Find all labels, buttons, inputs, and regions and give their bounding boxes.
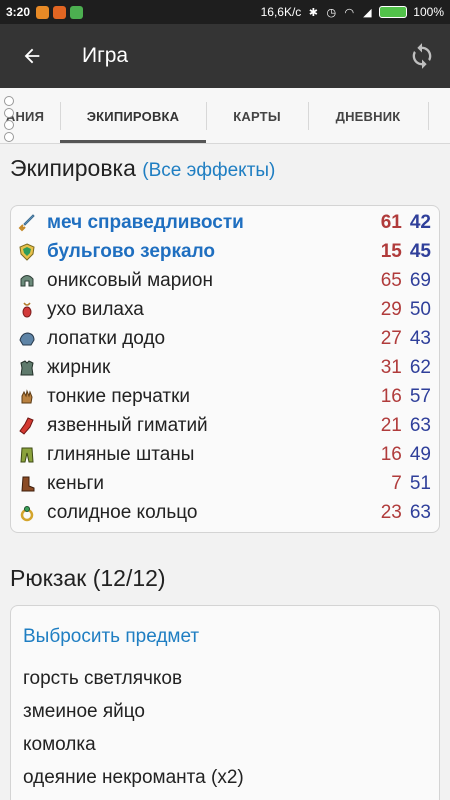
status-right: 16,6K/c ✱ ◷ ◠ ◢ 100% — [261, 5, 444, 19]
battery-icon — [379, 6, 408, 18]
ring-icon — [17, 503, 37, 523]
back-button[interactable] — [0, 24, 64, 88]
backpack-card: Выбросить предмет горсть светлячков змеи… — [10, 605, 440, 800]
refresh-icon — [412, 43, 432, 69]
equipment-row[interactable]: меч справедливости 61 42 — [11, 208, 439, 237]
tab-maps[interactable]: КАРТЫ — [206, 88, 308, 143]
bluetooth-icon: ✱ — [308, 6, 318, 19]
all-effects-link[interactable]: (Все эффекты) — [142, 160, 275, 181]
backpack-item[interactable]: комолка — [23, 728, 439, 761]
page-title: Игра — [82, 44, 129, 67]
backpack-item[interactable]: горсть светлячков — [23, 662, 439, 695]
drop-item-link[interactable]: Выбросить предмет — [23, 626, 439, 652]
tab-diary[interactable]: ДНЕВНИК — [308, 88, 428, 143]
boots-icon — [17, 474, 37, 494]
sword-icon — [17, 213, 37, 233]
amulet-icon — [17, 300, 37, 320]
equipment-row[interactable]: язвенный гиматий 21 63 — [11, 411, 439, 440]
equipment-row[interactable]: лопатки додо 27 43 — [11, 324, 439, 353]
equipment-row[interactable]: жирник 31 62 — [11, 353, 439, 382]
equipment-row[interactable]: тонкие перчатки 16 57 — [11, 382, 439, 411]
page-dot — [4, 108, 14, 118]
gloves-icon — [17, 387, 37, 407]
equipment-row[interactable]: солидное кольцо 23 63 — [11, 498, 439, 527]
app-bar: Игра — [0, 24, 450, 88]
page-dot — [4, 96, 14, 106]
pants-icon — [17, 445, 37, 465]
tab-equipment[interactable]: ЭКИПИРОВКА — [60, 88, 206, 143]
refresh-button[interactable] — [394, 24, 450, 88]
status-time: 3:20 — [6, 5, 31, 19]
equipment-heading: Экипировка (Все эффекты) — [10, 155, 275, 182]
shield-icon — [17, 242, 37, 262]
tab-divider — [428, 102, 429, 130]
tab-bar: АНИЯ ЭКИПИРОВКА КАРТЫ ДНЕВНИК — [0, 88, 450, 144]
tab-indicator — [60, 140, 206, 143]
alarm-icon: ◷ — [326, 6, 337, 19]
notification-icon — [36, 5, 50, 19]
equipment-row[interactable]: ухо вилаха 29 50 — [11, 295, 439, 324]
battery-percent: 100% — [413, 5, 444, 19]
page-dot — [4, 120, 14, 130]
cloak-icon — [17, 416, 37, 436]
backpack-item[interactable]: змеиное яйцо — [23, 695, 439, 728]
notification-icon — [53, 5, 67, 19]
network-speed: 16,6K/c — [260, 5, 302, 19]
backpack-title: Рюкзак (12/12) — [10, 565, 166, 591]
page-dot — [4, 132, 14, 142]
equipment-card: меч справедливости 61 42 бульгово зеркало… — [10, 205, 440, 533]
equipment-row[interactable]: глиняные штаны 16 49 — [11, 440, 439, 469]
page-dots — [4, 96, 16, 144]
status-bar: 3:20 16,6K/c ✱ ◷ ◠ ◢ 100% — [0, 0, 450, 24]
wifi-icon: ◠ — [344, 6, 355, 19]
content: Экипировка (Все эффекты) меч справедливо… — [0, 145, 450, 800]
signal-icon: ◢ — [363, 6, 372, 19]
equipment-row[interactable]: ониксовый марион 65 69 — [11, 266, 439, 295]
backpack-item[interactable]: одеяние некроманта (x2) — [23, 761, 439, 794]
helmet-icon — [17, 271, 37, 291]
arrow-left-icon — [24, 48, 40, 64]
equipment-title: Экипировка — [10, 155, 136, 181]
armor-icon — [17, 358, 37, 378]
notification-icon — [70, 5, 84, 19]
equipment-row[interactable]: кеньги 7 51 — [11, 469, 439, 498]
shoulder-icon — [17, 329, 37, 349]
equipment-row[interactable]: бульгово зеркало 15 45 — [11, 237, 439, 266]
